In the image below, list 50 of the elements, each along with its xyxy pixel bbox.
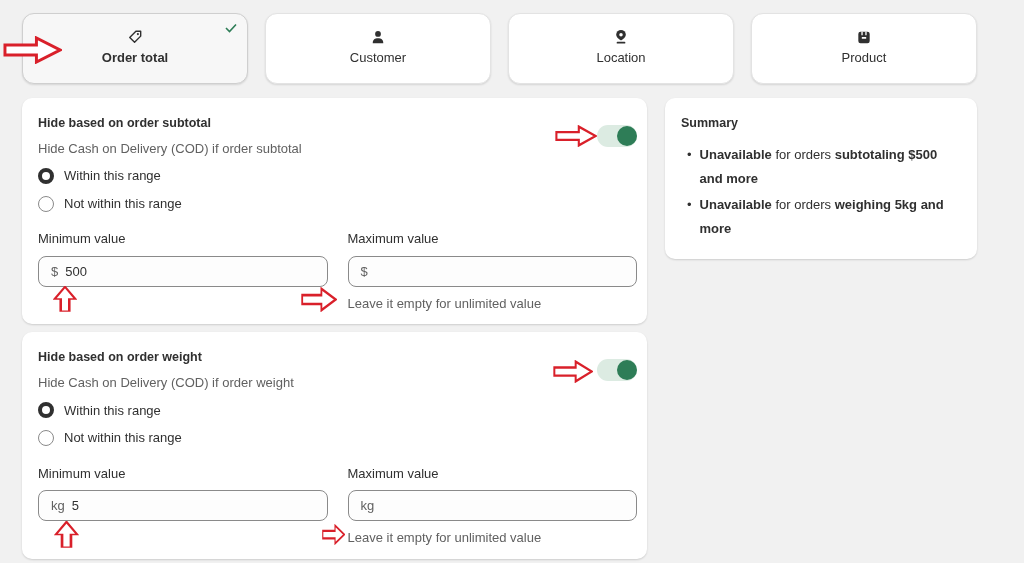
radio-button[interactable]: [38, 168, 54, 184]
radio-button[interactable]: [38, 402, 54, 419]
radio-label[interactable]: Not within this range: [64, 428, 182, 448]
map-pin-icon: [614, 29, 628, 45]
category-tab[interactable]: Order total: [22, 13, 248, 84]
annotation-arrow-icon: [54, 521, 79, 548]
unit-prefix: $: [360, 262, 368, 281]
unit-prefix: $: [51, 262, 59, 281]
checkmark-icon: [225, 23, 237, 33]
summary-item: Unavailable for orders weighing 5kg and more: [699, 195, 945, 238]
field-label: Minimum value: [38, 464, 127, 483]
rule-description: Hide Cash on Delivery (COD) if order weight: [38, 374, 294, 392]
annotation-arrow-icon: [322, 524, 345, 545]
rule-title: Hide based on order weight: [38, 349, 203, 367]
annotation-arrow-icon: [553, 360, 593, 383]
annotation-arrow-icon: [301, 287, 337, 312]
field-label: Maximum value: [347, 464, 440, 483]
annotation-arrow-icon: [3, 36, 62, 64]
box-icon: [857, 29, 871, 44]
text-field[interactable]: kg 5: [38, 490, 328, 521]
summary-title: Summary: [681, 115, 739, 132]
annotation-arrow-icon: [53, 286, 77, 312]
field-label: Maximum value: [347, 230, 440, 249]
help-text: Leave it empty for unlimited value: [347, 294, 543, 313]
text-field[interactable]: kg: [347, 490, 637, 521]
radio-label[interactable]: Within this range: [64, 400, 161, 420]
radio-label[interactable]: Within this range: [64, 166, 161, 186]
tag-icon: [128, 29, 142, 44]
radio-button[interactable]: [38, 195, 54, 212]
input-field[interactable]: 500: [65, 261, 315, 281]
unit-prefix: kg: [51, 496, 65, 515]
toggle-switch[interactable]: [597, 125, 637, 147]
rule-description: Hide Cash on Delivery (COD) if order subtotal: [38, 139, 302, 158]
toggle-switch[interactable]: [597, 359, 637, 382]
help-text: Leave it empty for unlimited value: [347, 529, 543, 547]
input-field[interactable]: 5: [71, 495, 315, 516]
radio-label[interactable]: Not within this range: [64, 193, 182, 214]
bullet-marker: •: [687, 145, 692, 164]
bullet-marker: •: [687, 195, 692, 214]
field-label: Minimum value: [38, 230, 127, 249]
rule-title: Hide based on order subtotal: [38, 115, 212, 132]
category-tab[interactable]: Customer: [265, 13, 491, 84]
category-tab[interactable]: Product: [751, 13, 977, 84]
category-tab[interactable]: Location: [508, 13, 734, 84]
person-icon: [371, 29, 385, 44]
annotation-arrow-icon: [555, 125, 597, 147]
text-field[interactable]: $: [347, 255, 637, 287]
text-field[interactable]: $ 500: [38, 255, 328, 287]
unit-prefix: kg: [360, 496, 375, 515]
radio-button[interactable]: [38, 429, 54, 446]
